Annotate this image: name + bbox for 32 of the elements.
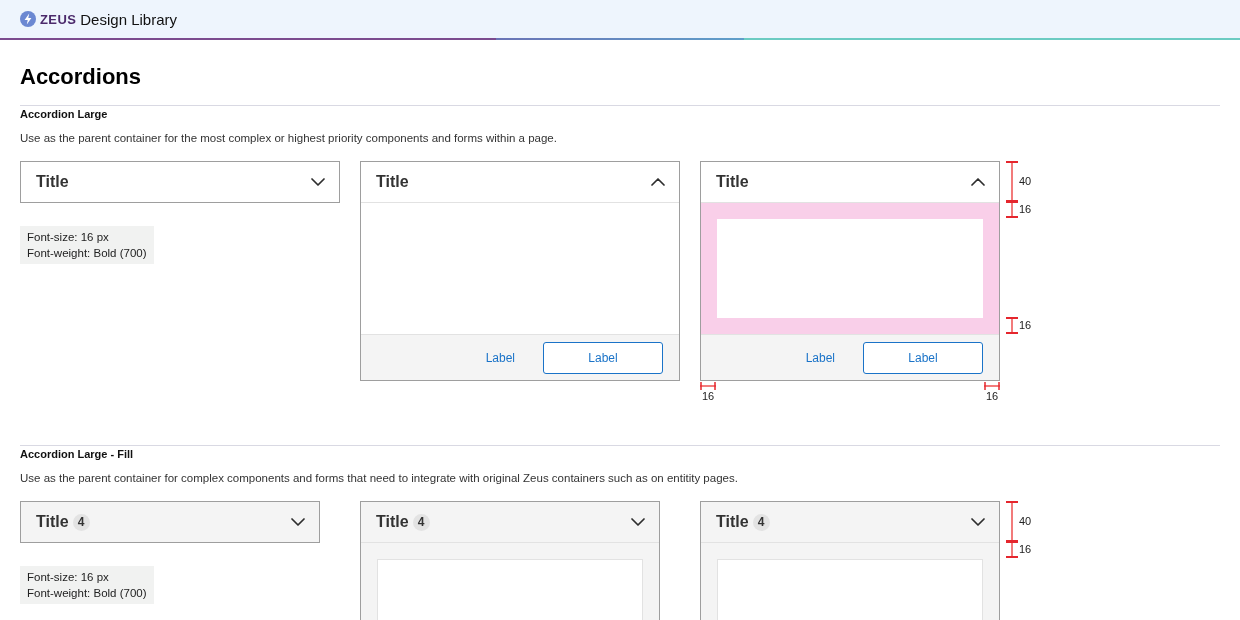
accordion-header[interactable]: Title 4 [21, 502, 319, 542]
accordion-header[interactable]: Title 4 [361, 502, 659, 542]
dimension-bracket-icon [984, 382, 1000, 390]
spec-text: Font-weight: Bold (700) [27, 246, 147, 261]
section-title: Accordion Large [20, 107, 109, 121]
outline-button[interactable]: Label [543, 341, 663, 374]
dimension-label: 40 [1019, 175, 1032, 188]
section-description: Use as the parent container for the most complex or highest priority components and forms within a page. [20, 131, 558, 145]
text-button[interactable]: Label [485, 346, 515, 369]
spec-text: Font-size: 16 px [27, 230, 110, 245]
count-badge: 4 [412, 513, 430, 531]
dimension-label: 16 [1019, 543, 1032, 556]
dimension-label: 16 [1019, 319, 1032, 332]
spec-text: Font-weight: Bold (700) [27, 586, 147, 601]
product-name: Design Library [80, 10, 177, 28]
lightning-bolt-icon [20, 11, 36, 27]
text-button[interactable]: Label [805, 346, 835, 369]
accordion-header[interactable]: Title 4 [701, 502, 999, 542]
section-description: Use as the parent container for complex components and forms that need to integrate with original Zeus containers such as on entitity pages. [20, 471, 739, 485]
count-badge: 4 [72, 513, 90, 531]
spec-text: Font-size: 16 px [27, 570, 110, 585]
brand-name: ZEUS [40, 11, 77, 27]
dimension-label: 40 [1019, 515, 1032, 528]
dimension-label: 16 [986, 390, 999, 403]
outline-button[interactable]: Label [863, 341, 983, 374]
dimension-bracket-icon [1006, 317, 1018, 334]
dimension-bracket-icon [700, 382, 716, 390]
count-badge: 4 [752, 513, 770, 531]
page-title: Accordions [20, 64, 143, 90]
dimension-label: 16 [1019, 203, 1032, 216]
section-title: Accordion Large - Fill [20, 447, 135, 461]
dimension-label: 16 [702, 390, 715, 403]
